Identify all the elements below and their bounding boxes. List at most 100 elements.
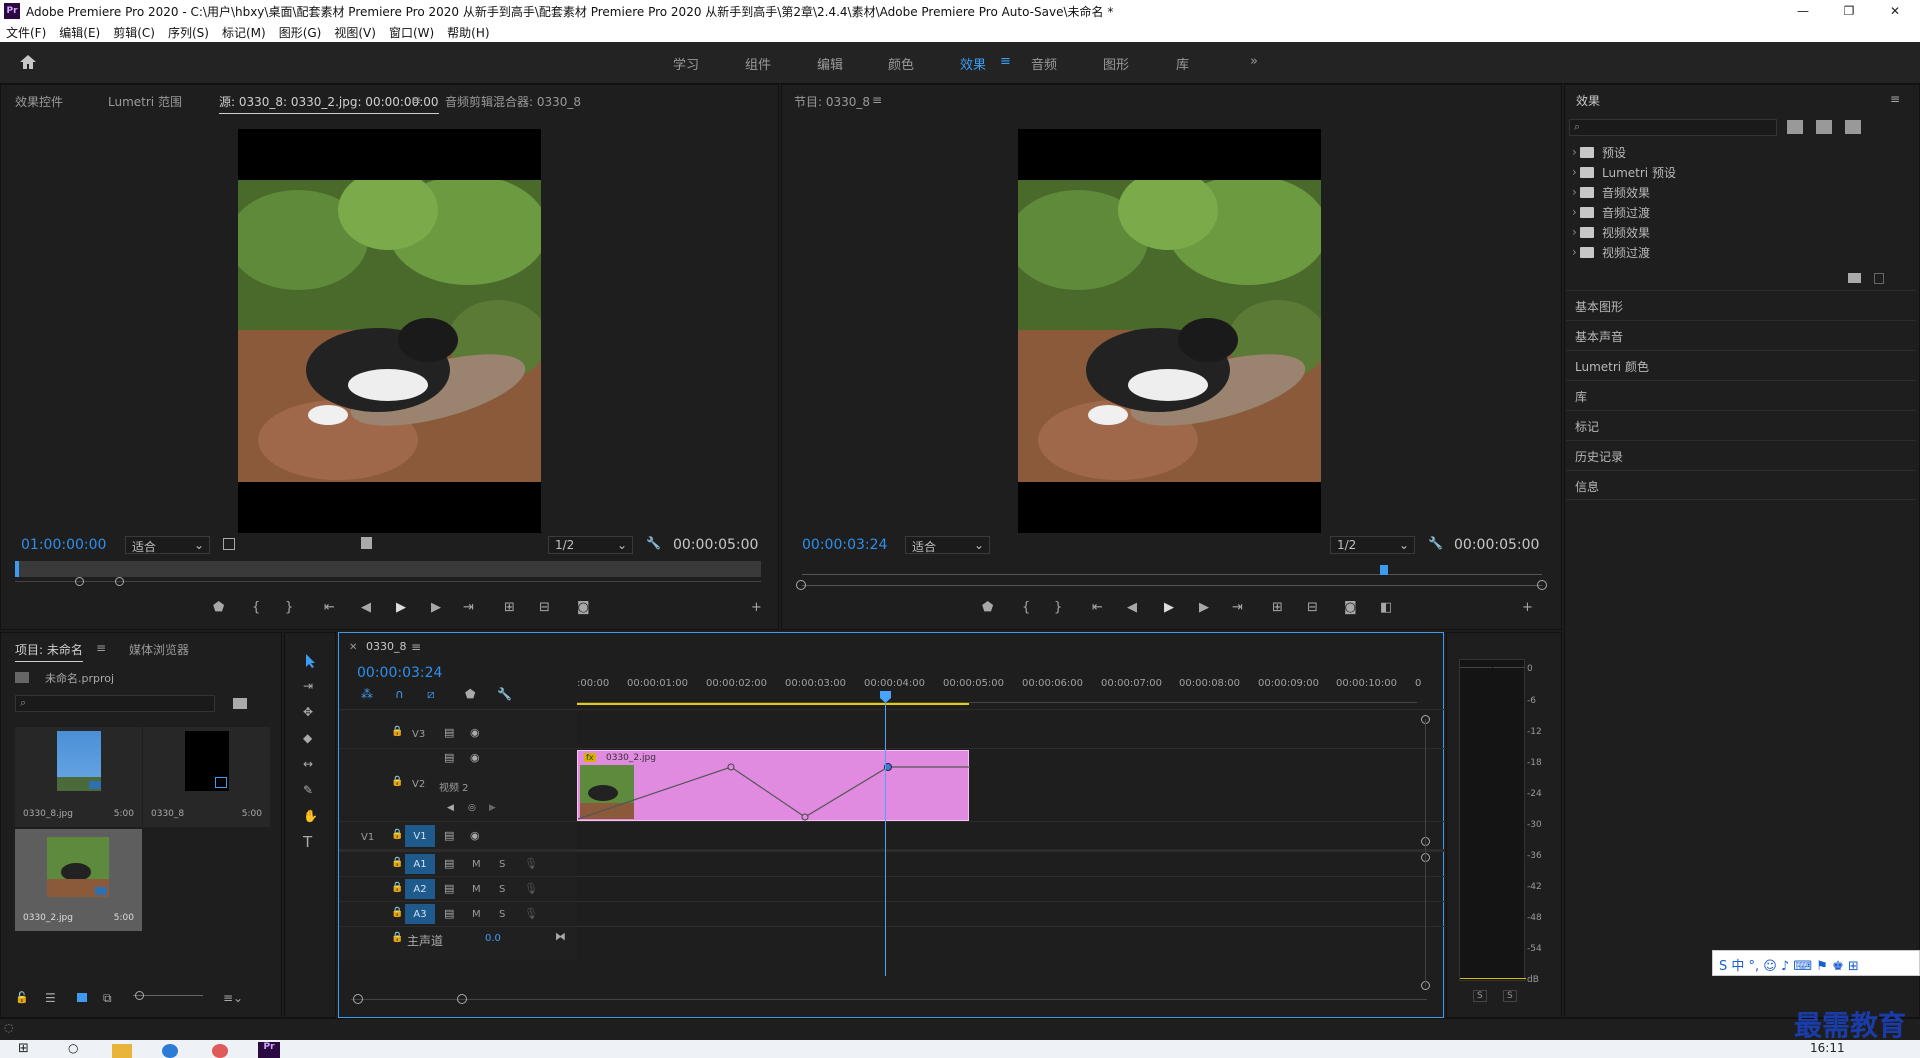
program-zoom-handle-right[interactable]	[1537, 580, 1547, 590]
source-clip-icon[interactable]	[361, 537, 372, 549]
ripple-edit-tool-icon[interactable]: ✥	[303, 705, 313, 719]
sync-lock-icon[interactable]: ▤	[444, 907, 454, 920]
meter-solo-right[interactable]: S	[1503, 990, 1517, 1002]
source-menu-icon[interactable]: ≡	[411, 93, 421, 107]
workspace-tab-audio[interactable]: 音频	[1031, 54, 1057, 73]
project-search-input[interactable]: ⌕	[15, 695, 215, 712]
project-menu-icon[interactable]: ≡	[96, 641, 106, 655]
lock-track-icon[interactable]: 🔒	[391, 932, 403, 943]
workspace-tab-color[interactable]: 颜色	[888, 54, 914, 73]
menu-help[interactable]: 帮助(H)	[447, 24, 489, 41]
timeline-timecode[interactable]: 00:00:03:24	[357, 665, 442, 681]
source-export-frame-icon[interactable]: ◙	[577, 600, 590, 615]
program-lift-icon[interactable]: ⊞	[1272, 600, 1283, 615]
workspace-tab-effects[interactable]: 效果	[960, 54, 986, 73]
sync-lock-icon[interactable]: ▤	[444, 726, 454, 739]
tab-project[interactable]: 项目: 未命名	[15, 641, 83, 662]
source-step-back-icon[interactable]: ◀	[361, 600, 371, 615]
section-libraries[interactable]: 库	[1566, 380, 1916, 410]
track-v1-target[interactable]: V1	[405, 825, 435, 847]
zoom-slider-handle[interactable]	[135, 991, 144, 1000]
timeline-playhead-handle[interactable]	[880, 691, 891, 703]
eye-icon[interactable]: ◉	[470, 726, 480, 739]
premiere-taskbar-icon[interactable]: Pr	[258, 1042, 280, 1058]
lock-track-icon[interactable]: 🔒	[391, 882, 403, 893]
add-marker-icon[interactable]: ⬟	[465, 687, 475, 701]
tab-audio-clip-mixer[interactable]: 音频剪辑混合器: 0330_8	[445, 93, 581, 110]
timeline-settings-icon[interactable]: 🔧	[497, 687, 512, 701]
lock-track-icon[interactable]: 🔒	[391, 776, 403, 787]
program-time-ruler[interactable]	[802, 565, 1542, 575]
program-compare-icon[interactable]: ◧	[1380, 600, 1392, 615]
program-resolution-select[interactable]: 1/2 ⌄	[1330, 536, 1415, 554]
sync-lock-icon[interactable]: ▤	[444, 882, 454, 895]
razor-tool-icon[interactable]: ◆	[303, 731, 312, 745]
nest-toggle-icon[interactable]: ⁂	[361, 687, 373, 701]
timeline-zoom-bar[interactable]	[351, 999, 1427, 1000]
program-zoom-handle-left[interactable]	[796, 580, 806, 590]
app-icon[interactable]	[212, 1044, 228, 1058]
source-wrench-icon[interactable]: 🔧	[646, 536, 661, 550]
solo-button[interactable]: S	[499, 909, 505, 920]
sequence-tab[interactable]: 0330_8	[366, 640, 407, 653]
lock-track-icon[interactable]: 🔒	[391, 857, 403, 868]
keyframe-graph[interactable]	[578, 751, 970, 822]
track-a2-target[interactable]: A2	[405, 879, 435, 899]
program-fit-select[interactable]: 适合 ⌄	[905, 536, 990, 554]
snap-icon[interactable]: ∩	[395, 687, 404, 701]
linked-selection-icon[interactable]: ⧄	[427, 687, 435, 702]
lock-track-icon[interactable]: 🔒	[391, 829, 403, 840]
icon-view-icon[interactable]	[77, 993, 87, 1002]
source-marker-icon[interactable]: ⬟	[213, 600, 224, 615]
workspace-tab-learn[interactable]: 学习	[673, 54, 699, 73]
program-go-to-in-icon[interactable]: ⇤	[1092, 600, 1103, 615]
section-history[interactable]: 历史记录	[1566, 440, 1916, 470]
sync-lock-icon[interactable]: ▤	[444, 857, 454, 870]
voice-over-icon[interactable]: 🎙	[524, 882, 538, 895]
lock-icon[interactable]: 🔓	[15, 991, 29, 1004]
effects-folder-lumetri-presets[interactable]: › Lumetri 预设	[1566, 163, 1676, 181]
32bit-effects-icon[interactable]	[1816, 120, 1832, 134]
file-explorer-icon[interactable]	[112, 1044, 132, 1058]
delete-icon[interactable]	[1874, 273, 1884, 284]
track-a1-target[interactable]: A1	[405, 854, 435, 874]
program-wrench-icon[interactable]: 🔧	[1428, 536, 1443, 550]
source-step-forward-icon[interactable]: ▶	[431, 600, 441, 615]
source-add-button-icon[interactable]: +	[751, 600, 762, 615]
menu-clip[interactable]: 剪辑(C)	[113, 24, 155, 41]
go-to-end-icon[interactable]: ⧓	[555, 930, 566, 943]
section-lumetri-color[interactable]: Lumetri 颜色	[1566, 350, 1916, 380]
accelerated-effects-icon[interactable]	[1787, 120, 1803, 134]
tab-media-browser[interactable]: 媒体浏览器	[129, 641, 189, 658]
menu-file[interactable]: 文件(F)	[6, 24, 46, 41]
taskbar-clock[interactable]: 16:11	[1810, 1041, 1845, 1055]
home-icon[interactable]	[18, 53, 38, 71]
workspace-tab-editing[interactable]: 编辑	[817, 54, 843, 73]
source-playhead[interactable]	[15, 561, 19, 577]
program-menu-icon[interactable]: ≡	[872, 93, 882, 107]
browser-icon[interactable]	[162, 1044, 178, 1058]
minimize-button[interactable]: —	[1780, 0, 1826, 22]
meter-solo-left[interactable]: S	[1473, 990, 1487, 1002]
project-item[interactable]: 0330_8.jpg 5:00	[15, 727, 142, 827]
program-mark-out-icon[interactable]: }	[1054, 600, 1062, 615]
source-zoom-handle-left[interactable]	[75, 577, 84, 586]
list-view-icon[interactable]: ☰	[45, 991, 56, 1005]
program-step-forward-icon[interactable]: ▶	[1199, 600, 1209, 615]
sync-lock-icon[interactable]: ▤	[444, 751, 454, 764]
prev-keyframe-icon[interactable]: ◀	[447, 803, 454, 813]
effects-folder-audio-effects[interactable]: › 音频效果	[1566, 183, 1650, 201]
project-item[interactable]: 0330_8 5:00	[143, 727, 270, 827]
sequence-menu-icon[interactable]: ≡	[411, 640, 421, 654]
source-zoom-handle-right[interactable]	[115, 577, 124, 586]
effects-folder-video-effects[interactable]: › 视频效果	[1566, 223, 1650, 241]
solo-button[interactable]: S	[499, 859, 505, 870]
new-bin-icon[interactable]	[1848, 273, 1861, 283]
voice-over-icon[interactable]: 🎙	[524, 907, 538, 920]
solo-button[interactable]: S	[499, 884, 505, 895]
pen-tool-icon[interactable]: ✎	[303, 783, 313, 797]
tab-effect-controls[interactable]: 效果控件	[15, 93, 63, 110]
section-essential-sound[interactable]: 基本声音	[1566, 320, 1916, 350]
add-keyframe-icon[interactable]: ◎	[468, 803, 476, 813]
source-play-icon[interactable]: ▶	[396, 600, 406, 615]
